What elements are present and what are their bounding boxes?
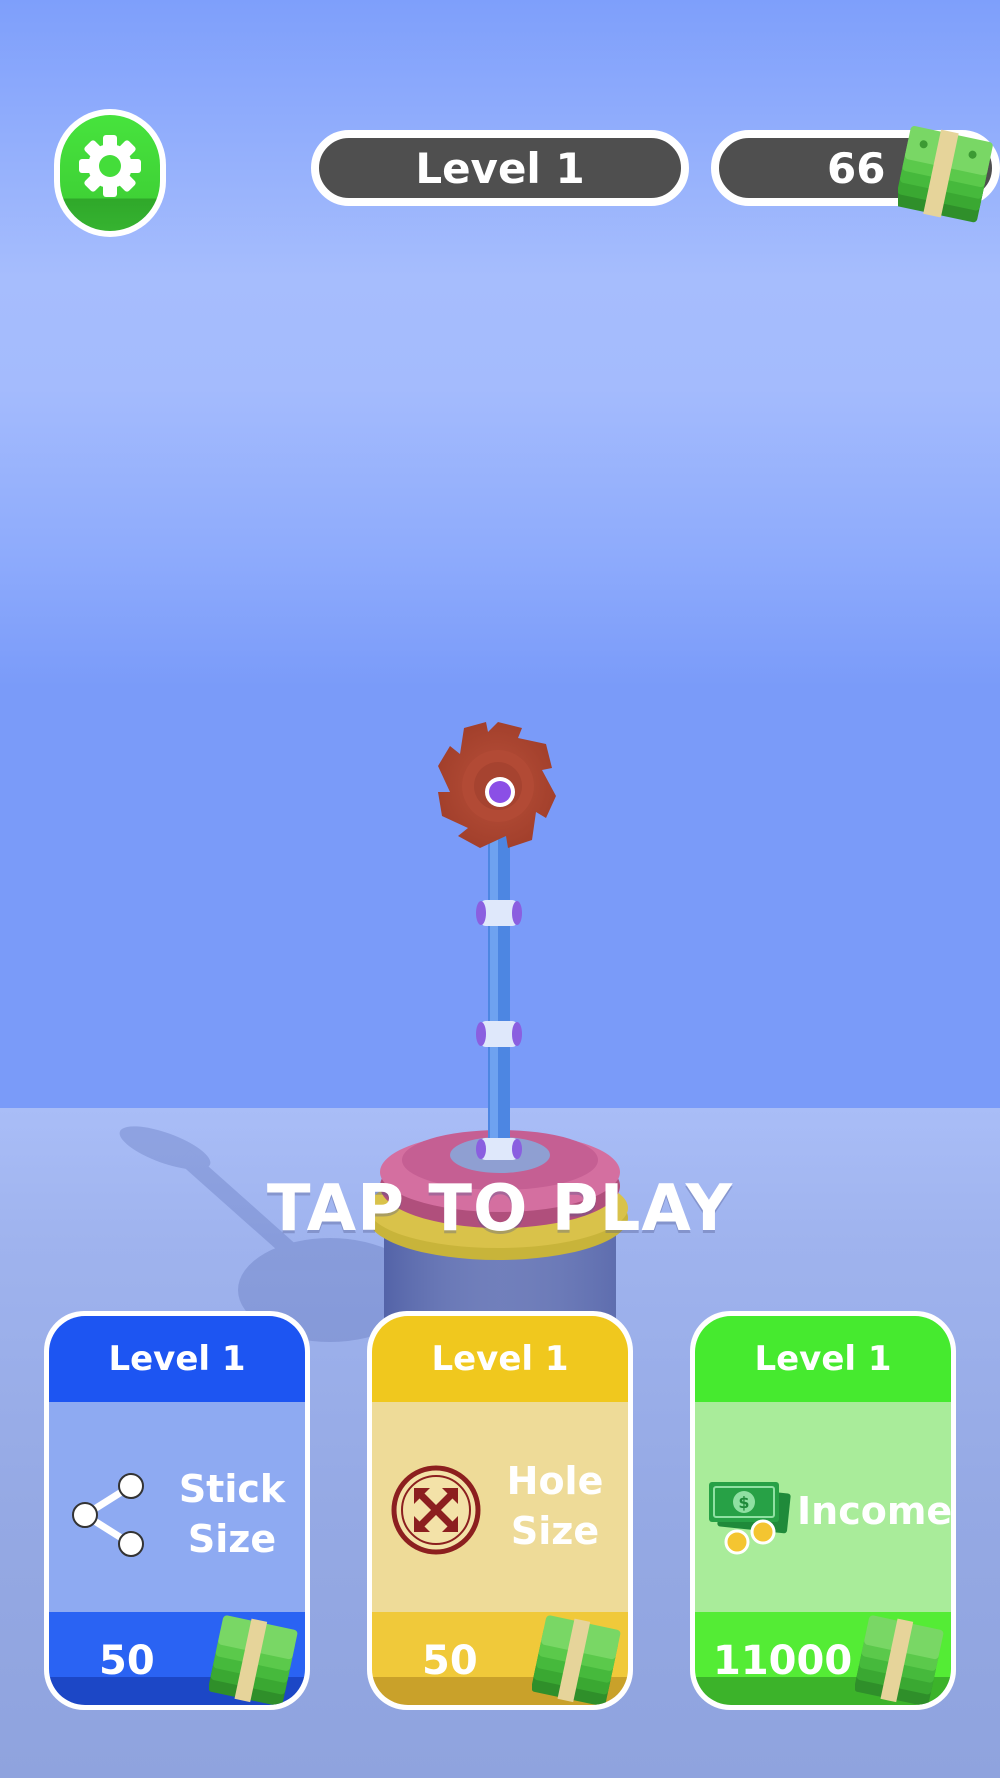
- card-label-line2: Size: [187, 1517, 277, 1561]
- card-level: Level 1: [695, 1316, 951, 1402]
- expand-arrows-icon: [391, 1465, 481, 1555]
- card-price: 50: [422, 1638, 478, 1684]
- money-stack-icon: [209, 1615, 298, 1705]
- card-label-line2: Size: [510, 1509, 600, 1553]
- stick-joint: [476, 900, 522, 926]
- money-stack-icon: [855, 1615, 944, 1705]
- settings-button[interactable]: [54, 109, 166, 237]
- money-stack-icon: [532, 1615, 621, 1705]
- upgrade-card-income[interactable]: Level 1 $ Income 11000: [690, 1311, 956, 1710]
- money-stack-icon: [898, 126, 993, 223]
- level-label: Level 1: [415, 143, 585, 193]
- upgrade-card-stick-size[interactable]: Level 1 Stick Size 50: [44, 1311, 310, 1710]
- cash-coins-icon: $: [709, 1482, 791, 1555]
- share-nodes-icon: [72, 1473, 144, 1557]
- card-price: 50: [99, 1638, 155, 1684]
- coin-amount: 66: [827, 143, 886, 193]
- card-level: Level 1: [49, 1316, 305, 1402]
- card-level: Level 1: [372, 1316, 628, 1402]
- svg-text:$: $: [738, 1493, 749, 1512]
- gear-icon: [79, 135, 141, 197]
- card-label-line1: Stick: [178, 1467, 286, 1511]
- tap-to-play-prompt[interactable]: TAP TO PLAY: [0, 1172, 1000, 1246]
- stick-joint: [476, 1021, 522, 1047]
- card-label-line1: Hole: [506, 1459, 604, 1503]
- stick-base-joint: [476, 1138, 522, 1160]
- card-label-line1: Income: [797, 1489, 951, 1533]
- card-price: 11000: [713, 1638, 853, 1684]
- level-indicator: Level 1: [311, 130, 689, 206]
- upgrade-card-hole-size[interactable]: Level 1 Hole Size 50: [367, 1311, 633, 1710]
